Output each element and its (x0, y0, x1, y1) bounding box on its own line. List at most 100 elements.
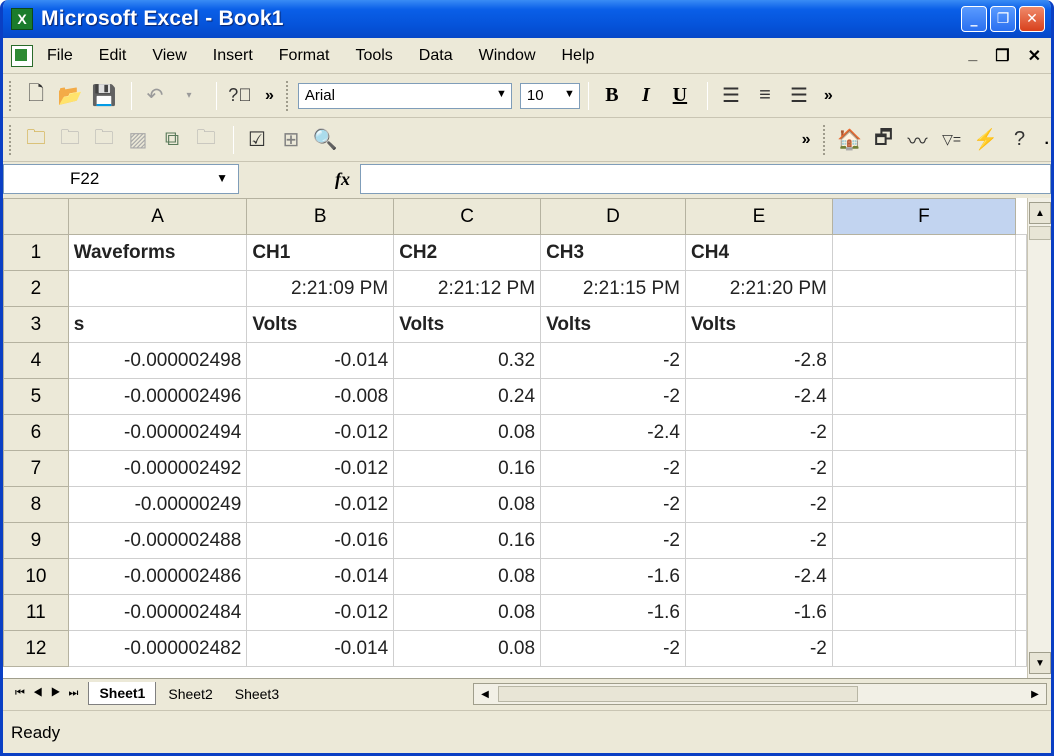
cell-b6[interactable]: -0.012 (246, 414, 395, 451)
cell-b3[interactable]: Volts (246, 306, 395, 343)
underline-button[interactable]: U (665, 84, 695, 107)
italic-button[interactable]: I (631, 84, 661, 107)
row-header[interactable]: 6 (3, 414, 69, 451)
cell-c10[interactable]: 0.08 (393, 558, 542, 595)
cell-a11[interactable]: -0.000002484 (67, 594, 248, 631)
undo-icon[interactable]: ↶ (140, 81, 170, 111)
properties-icon[interactable]: 🗗 (869, 125, 899, 155)
cell-c12[interactable]: 0.08 (393, 630, 542, 667)
cell-c4[interactable]: 0.32 (393, 342, 542, 379)
doc-restore-button[interactable]: ❐ (995, 46, 1009, 66)
menu-format[interactable]: Format (279, 47, 330, 65)
folder-icon[interactable]: 🗀 (89, 125, 119, 155)
menu-view[interactable]: View (152, 47, 186, 65)
cell-f6[interactable] (831, 414, 1017, 451)
doc-minimize-button[interactable]: _ (968, 46, 977, 66)
cell-d12[interactable]: -2 (540, 630, 686, 667)
folder-icon[interactable]: 🗀 (55, 125, 85, 155)
cell-f8[interactable] (831, 486, 1017, 523)
cell-b1[interactable]: CH1 (246, 234, 395, 271)
cell-e9[interactable]: -2 (685, 522, 833, 559)
freeform-icon[interactable]: 〰 (903, 125, 933, 155)
help-icon[interactable]: ?⃝ (225, 81, 255, 111)
row-header[interactable]: 11 (3, 594, 69, 631)
cell-d6[interactable]: -2.4 (540, 414, 686, 451)
column-header-d[interactable]: D (540, 198, 686, 235)
cell-b9[interactable]: -0.016 (246, 522, 395, 559)
cell-d2[interactable]: 2:21:15 PM (540, 270, 686, 307)
cell-c9[interactable]: 0.16 (393, 522, 542, 559)
table-icon[interactable]: ⊞ (276, 125, 306, 155)
row-header[interactable]: 10 (3, 558, 69, 595)
vertical-scrollbar[interactable]: ▲ ▼ (1027, 198, 1051, 678)
cell-a4[interactable]: -0.000002498 (67, 342, 248, 379)
cell-d7[interactable]: -2 (540, 450, 686, 487)
windows-icon[interactable]: ⧉ (157, 125, 187, 155)
cell-e2[interactable]: 2:21:20 PM (685, 270, 833, 307)
formula-input[interactable] (360, 164, 1051, 194)
new-document-icon[interactable]: 🗋 (21, 81, 51, 111)
align-left-icon[interactable]: ☰ (716, 81, 746, 111)
cell-a8[interactable]: -0.00000249 (67, 486, 248, 523)
doc-close-button[interactable]: ✕ (1028, 46, 1041, 66)
row-header[interactable]: 5 (3, 378, 69, 415)
tab-sheet3[interactable]: Sheet3 (225, 683, 289, 705)
tab-sheet1[interactable]: Sheet1 (88, 682, 157, 705)
cell-f9[interactable] (831, 522, 1017, 559)
cell-c5[interactable]: 0.24 (393, 378, 542, 415)
cell-e11[interactable]: -1.6 (685, 594, 833, 631)
cell-f1[interactable] (831, 234, 1017, 271)
cell-a1[interactable]: Waveforms (67, 234, 248, 271)
cell-d9[interactable]: -2 (540, 522, 686, 559)
toolbar-grip[interactable] (9, 80, 13, 111)
undo-dropdown-icon[interactable]: ▾ (174, 81, 204, 111)
menu-insert[interactable]: Insert (213, 47, 253, 65)
excel-icon[interactable]: X (11, 8, 33, 30)
cell-e12[interactable]: -2 (685, 630, 833, 667)
toolbar-options-icon[interactable]: . (1045, 131, 1049, 149)
filter-icon[interactable]: ▽= (937, 125, 967, 155)
open-folder-icon[interactable]: 📂 (55, 81, 85, 111)
folder-icon[interactable]: 🗀 (191, 125, 221, 155)
cell-a10[interactable]: -0.000002486 (67, 558, 248, 595)
toolbar-grip[interactable] (822, 124, 827, 155)
cell-f7[interactable] (831, 450, 1017, 487)
select-all-corner[interactable] (3, 198, 69, 235)
toolbar-options-icon[interactable]: » (824, 87, 833, 105)
align-right-icon[interactable]: ☰ (784, 81, 814, 111)
cell-d4[interactable]: -2 (540, 342, 686, 379)
checklist-icon[interactable]: ☑ (242, 125, 272, 155)
cell-a2[interactable] (67, 270, 248, 307)
cell-d8[interactable]: -2 (540, 486, 686, 523)
align-center-icon[interactable]: ≡ (750, 81, 780, 111)
cell-a3[interactable]: s (67, 306, 248, 343)
cell-a12[interactable]: -0.000002482 (67, 630, 248, 667)
toolbar-options-icon[interactable]: » (802, 131, 811, 149)
column-header-f[interactable]: F (831, 198, 1017, 235)
cell-d3[interactable]: Volts (540, 306, 686, 343)
chevron-down-icon[interactable]: ▼ (216, 171, 228, 185)
menu-tools[interactable]: Tools (355, 47, 392, 65)
save-as-web-icon[interactable]: 🏠 (835, 125, 865, 155)
column-header-e[interactable]: E (685, 198, 833, 235)
help-question-icon[interactable]: ? (1005, 125, 1035, 155)
cell-c6[interactable]: 0.08 (393, 414, 542, 451)
column-header-a[interactable]: A (67, 198, 248, 235)
row-header[interactable]: 9 (3, 522, 69, 559)
chevron-down-icon[interactable]: ▼ (496, 88, 507, 100)
horizontal-scrollbar[interactable]: ◀ ▶ (473, 683, 1047, 705)
folder-star-icon[interactable]: 🗀 (21, 125, 51, 155)
cell-e7[interactable]: -2 (685, 450, 833, 487)
scroll-up-icon[interactable]: ▲ (1029, 202, 1051, 224)
row-header[interactable]: 8 (3, 486, 69, 523)
column-header-b[interactable]: B (246, 198, 395, 235)
cell-f3[interactable] (831, 306, 1017, 343)
scroll-right-icon[interactable]: ▶ (1024, 684, 1046, 704)
toolbar-grip[interactable] (9, 124, 13, 155)
scroll-thumb[interactable] (1029, 226, 1051, 240)
cell-d1[interactable]: CH3 (540, 234, 686, 271)
cell-e10[interactable]: -2.4 (685, 558, 833, 595)
cell-d11[interactable]: -1.6 (540, 594, 686, 631)
menu-edit[interactable]: Edit (99, 47, 127, 65)
scroll-down-icon[interactable]: ▼ (1029, 652, 1051, 674)
